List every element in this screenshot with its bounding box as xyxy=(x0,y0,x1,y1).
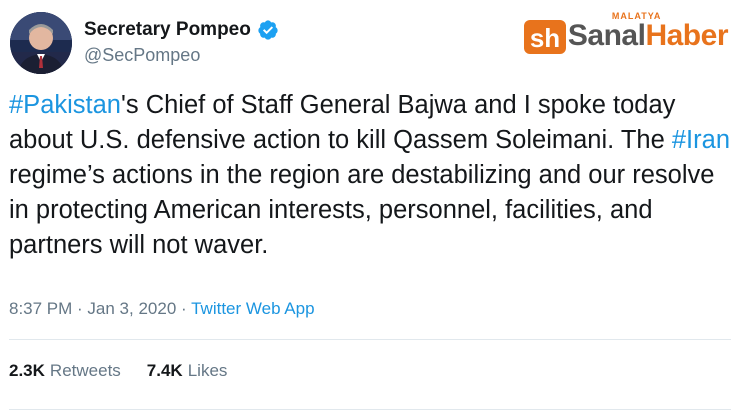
watermark-text: MALATYA SanalHaber xyxy=(567,11,729,53)
watermark-logo: sh MALATYA SanalHaber xyxy=(522,11,729,56)
author-names: Secretary Pompeo @SecPompeo xyxy=(84,19,279,66)
tweet-header: Secretary Pompeo @SecPompeo xyxy=(10,12,279,74)
retweets-stat[interactable]: 2.3K Retweets xyxy=(9,361,121,381)
tweet-meta: 8:37 PM · Jan 3, 2020 · Twitter Web App xyxy=(9,299,315,319)
retweets-count: 2.3K xyxy=(9,361,45,380)
tweet-time[interactable]: 8:37 PM xyxy=(9,299,72,318)
meta-separator: · xyxy=(176,299,192,318)
display-name-row: Secretary Pompeo xyxy=(84,19,279,41)
verified-badge-icon xyxy=(258,19,278,40)
avatar[interactable] xyxy=(10,12,72,74)
divider xyxy=(9,339,731,340)
divider xyxy=(9,409,731,410)
hashtag-iran[interactable]: #Iran xyxy=(672,126,730,154)
watermark-haber: Haber xyxy=(645,19,728,52)
watermark-city: MALATYA xyxy=(611,11,662,21)
watermark-sanal: Sanal xyxy=(567,19,646,52)
hashtag-pakistan[interactable]: #Pakistan xyxy=(9,91,121,119)
watermark-sh-icon: sh xyxy=(523,20,566,54)
likes-label: Likes xyxy=(187,361,228,380)
display-name[interactable]: Secretary Pompeo xyxy=(84,19,251,41)
tweet-date[interactable]: Jan 3, 2020 xyxy=(87,299,176,318)
tweet-text: #Pakistan's Chief of Staff General Bajwa… xyxy=(9,88,734,263)
user-handle[interactable]: @SecPompeo xyxy=(84,45,279,66)
likes-stat[interactable]: 7.4K Likes xyxy=(147,361,228,381)
tweet-source[interactable]: Twitter Web App xyxy=(191,299,314,318)
retweets-label: Retweets xyxy=(49,361,121,380)
tweet-text-part-2: regime’s actions in the region are desta… xyxy=(9,161,715,259)
svg-text:sh: sh xyxy=(530,23,560,53)
tweet-stats: 2.3K Retweets 7.4K Likes xyxy=(9,361,253,381)
meta-separator: · xyxy=(72,299,88,318)
likes-count: 7.4K xyxy=(146,361,183,380)
